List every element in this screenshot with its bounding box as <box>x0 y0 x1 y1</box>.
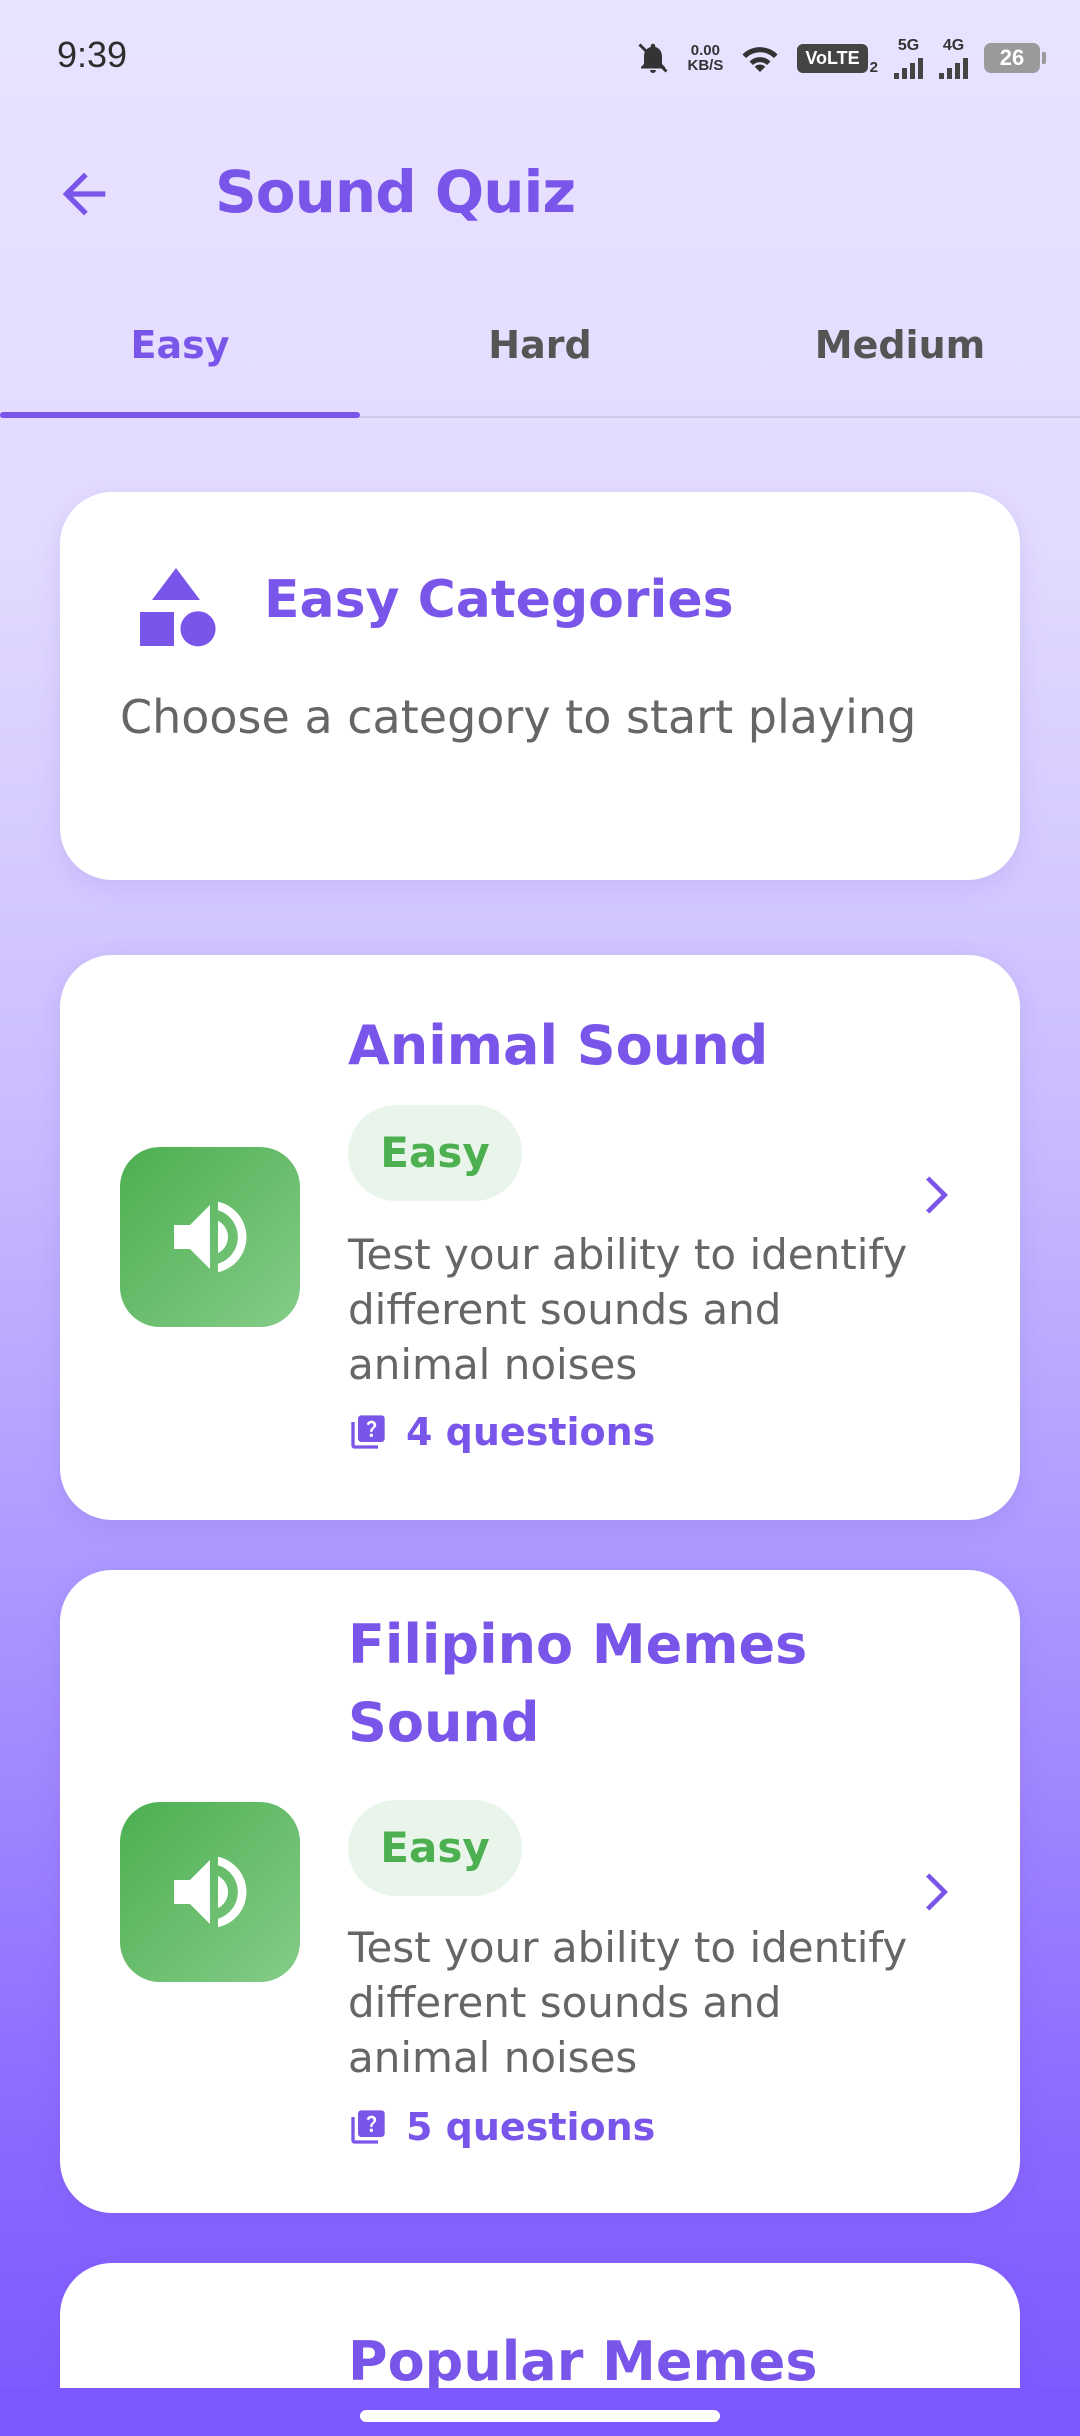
volte-sim-number: 2 <box>869 58 878 76</box>
speaker-icon <box>174 1201 247 1273</box>
bell-off-icon <box>638 43 669 73</box>
volte-badge: VoLTE <box>797 43 868 73</box>
wifi-icon <box>742 47 778 72</box>
quiz-icon <box>351 2110 385 2144</box>
shapes-icon <box>140 568 216 647</box>
chevron-right-icon[interactable] <box>906 1864 962 1920</box>
tab-easy[interactable]: Easy <box>0 300 360 418</box>
category-title: Filipino Memes Sound <box>348 1613 808 1754</box>
app-bar: Sound Quiz <box>0 140 1080 250</box>
difficulty-badge: Easy <box>348 1105 522 1201</box>
status-icons: 0.00 KB/S VoLTE 2 5G 4G 26 <box>635 34 1046 82</box>
status-time: 9:39 <box>57 34 128 75</box>
speaker-icon <box>174 1856 247 1928</box>
signal-5g-icon: 5G <box>894 37 923 79</box>
page-title: Sound Quiz <box>215 158 576 226</box>
category-card-animal-sound[interactable]: Animal Sound Easy Test your ability to i… <box>60 955 1020 1520</box>
difficulty-tabs: Easy Hard Medium <box>0 300 1080 420</box>
status-bar: 9:39 0.00 KB/S VoLTE 2 5G 4G 26 <box>0 0 1080 110</box>
battery-icon: 26 <box>984 43 1046 73</box>
signal-4g-icon: 4G <box>939 37 968 79</box>
category-icon-box <box>120 1147 300 1327</box>
chevron-right-icon[interactable] <box>906 1167 962 1223</box>
tab-medium[interactable]: Medium <box>720 300 1080 418</box>
difficulty-badge: Easy <box>348 1800 522 1896</box>
section-subtitle: Choose a category to start playing <box>120 690 917 744</box>
tab-indicator <box>0 412 360 418</box>
back-arrow-icon[interactable] <box>52 162 116 226</box>
category-icon-box <box>120 1802 300 1982</box>
category-description: Test your ability to identify different … <box>348 1230 908 1389</box>
net-speed: 0.00 KB/S <box>687 42 724 74</box>
question-count: 4 questions <box>348 1410 655 1454</box>
category-description: Test your ability to identify different … <box>348 1923 908 2082</box>
quiz-icon <box>351 1415 385 1449</box>
category-header-card: Easy Categories Choose a category to sta… <box>60 492 1020 880</box>
question-count: 5 questions <box>348 2105 655 2149</box>
category-title: Animal Sound <box>348 1014 769 1077</box>
tab-hard[interactable]: Hard <box>360 300 720 418</box>
home-indicator[interactable] <box>360 2410 720 2422</box>
section-title: Easy Categories <box>264 570 734 630</box>
category-card-filipino-memes-sound[interactable]: Filipino Memes Sound Easy Test your abil… <box>60 1570 1020 2213</box>
